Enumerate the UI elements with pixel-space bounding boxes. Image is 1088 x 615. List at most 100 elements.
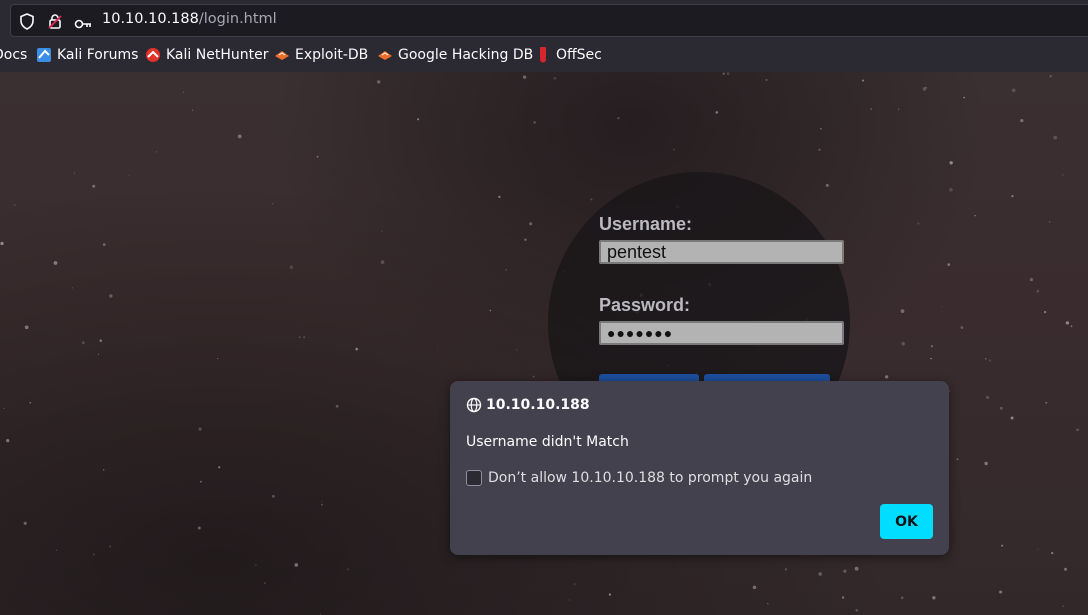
bookmark-label: Kali Forums bbox=[57, 47, 139, 63]
bookmark-exploit-db[interactable]: Exploit-DB bbox=[274, 47, 368, 63]
speckle bbox=[1065, 321, 1070, 325]
url-host: 10.10.10.188 bbox=[102, 11, 199, 27]
speckle bbox=[218, 466, 221, 469]
speckle bbox=[960, 326, 964, 329]
dialog-message: Username didn't Match bbox=[466, 434, 629, 450]
shield-icon[interactable] bbox=[19, 13, 35, 34]
bookmark-docs[interactable]: Docs bbox=[0, 47, 27, 63]
speckle bbox=[321, 500, 323, 503]
speckle bbox=[985, 395, 990, 400]
kali-nethunter-icon bbox=[145, 47, 161, 63]
speckle bbox=[237, 134, 242, 139]
speckle bbox=[963, 96, 965, 99]
speckle bbox=[752, 585, 757, 590]
speckle bbox=[217, 357, 219, 360]
speckle bbox=[673, 148, 675, 151]
speckle bbox=[820, 127, 822, 130]
kali-forums-icon bbox=[36, 47, 52, 63]
url-bar[interactable]: 10.10.10.188/login.html bbox=[10, 4, 1088, 37]
speckle bbox=[197, 526, 201, 530]
speckle bbox=[825, 183, 829, 187]
speckle bbox=[198, 427, 202, 431]
speckle bbox=[988, 359, 992, 362]
speckle bbox=[870, 108, 872, 110]
speckle bbox=[1010, 416, 1014, 420]
bookmark-label: Google Hacking DB bbox=[398, 47, 534, 63]
username-input[interactable]: pentest bbox=[599, 240, 844, 264]
speckle bbox=[974, 214, 976, 217]
bookmark-kali-forums[interactable]: Kali Forums bbox=[36, 47, 138, 63]
speckle bbox=[922, 87, 927, 91]
speckle bbox=[818, 572, 822, 576]
speckle bbox=[55, 549, 58, 551]
speckle bbox=[23, 521, 27, 525]
speckle bbox=[335, 404, 339, 408]
speckle bbox=[854, 566, 859, 571]
speckle bbox=[6, 438, 10, 443]
dont-allow-checkbox[interactable] bbox=[466, 470, 482, 486]
lock-warning-icon[interactable] bbox=[47, 13, 63, 34]
speckle bbox=[1036, 289, 1040, 293]
speckle bbox=[515, 349, 518, 351]
speckle bbox=[498, 195, 501, 198]
speckle bbox=[417, 118, 420, 121]
speckle bbox=[884, 375, 889, 379]
bookmark-label: OffSec bbox=[556, 47, 602, 63]
speckle bbox=[608, 593, 612, 596]
speckle bbox=[155, 151, 158, 153]
key-icon[interactable] bbox=[74, 15, 92, 34]
speckle bbox=[1061, 174, 1064, 176]
speckle bbox=[726, 72, 730, 75]
speckle bbox=[1001, 544, 1004, 547]
speckle bbox=[1011, 195, 1014, 198]
speckle bbox=[932, 596, 936, 600]
speckle bbox=[103, 469, 105, 471]
speckle bbox=[109, 294, 113, 298]
speckle bbox=[381, 230, 383, 232]
speckle bbox=[303, 336, 306, 339]
bookmark-offsec[interactable]: OffSec bbox=[535, 47, 602, 63]
speckle bbox=[949, 161, 953, 165]
speckle bbox=[1062, 605, 1064, 607]
speckle bbox=[489, 309, 492, 312]
speckle bbox=[380, 260, 385, 264]
speckle bbox=[956, 458, 959, 461]
bookmark-kali-nethunter[interactable]: Kali NetHunter bbox=[145, 47, 268, 63]
speckle bbox=[900, 596, 904, 600]
bookmark-google-hacking-db[interactable]: Google Hacking DB bbox=[377, 47, 533, 63]
username-label: Username: bbox=[599, 214, 693, 234]
speckle bbox=[715, 111, 719, 114]
speckle bbox=[289, 265, 294, 269]
speckle bbox=[1045, 401, 1048, 404]
speckle bbox=[1037, 548, 1039, 550]
offsec-icon bbox=[535, 47, 551, 63]
speckle bbox=[1064, 567, 1067, 571]
ok-button[interactable]: OK bbox=[880, 504, 933, 539]
url-text[interactable]: 10.10.10.188/login.html bbox=[102, 11, 277, 27]
speckle bbox=[573, 583, 576, 586]
speckle bbox=[855, 609, 858, 612]
speckle bbox=[984, 461, 988, 466]
speckle bbox=[897, 108, 900, 110]
globe-icon bbox=[466, 397, 482, 417]
speckle bbox=[999, 590, 1003, 594]
speckle bbox=[102, 243, 106, 246]
bookmark-label: Docs bbox=[0, 47, 28, 63]
speckle bbox=[568, 599, 570, 601]
speckle bbox=[272, 494, 275, 498]
url-path: /login.html bbox=[198, 11, 277, 27]
speckle bbox=[917, 222, 920, 225]
speckle bbox=[376, 80, 381, 84]
speckle bbox=[73, 172, 75, 174]
speckle bbox=[92, 553, 95, 556]
bookmarks-bar: Docs Kali Forums Kali NetHunter Exploit-… bbox=[0, 41, 1088, 71]
dont-allow-label[interactable]: Don’t allow 10.10.10.188 to prompt you a… bbox=[488, 470, 812, 486]
speckle bbox=[355, 347, 359, 351]
speckle bbox=[72, 287, 73, 289]
alert-dialog: 10.10.10.188 Username didn't Match Don’t… bbox=[450, 381, 949, 555]
speckle bbox=[199, 480, 202, 483]
password-input[interactable]: ●●●●●●● bbox=[599, 321, 844, 345]
speckle bbox=[29, 401, 32, 404]
exploit-db-icon bbox=[274, 47, 290, 63]
speckle bbox=[930, 345, 933, 348]
